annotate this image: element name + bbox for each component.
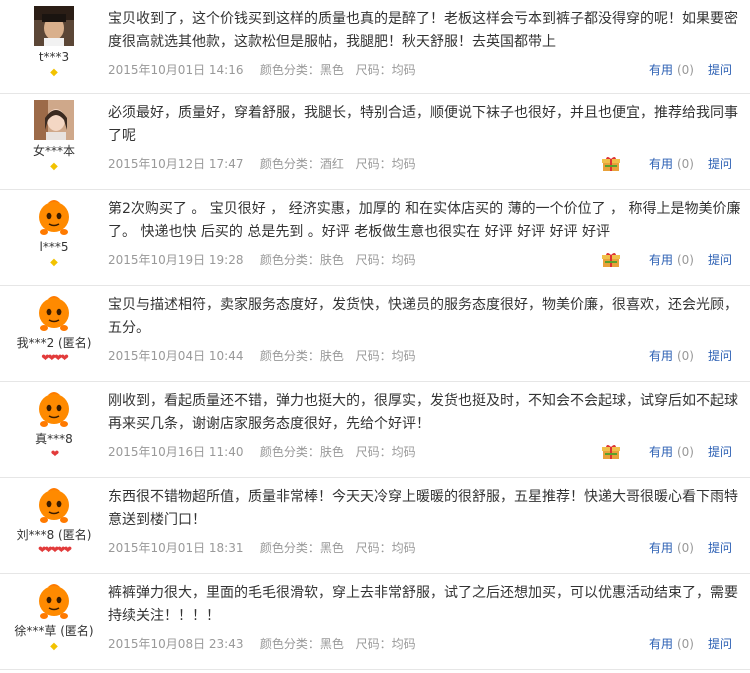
useful-button[interactable]: 有用 [649,63,673,77]
size-category: 尺码：均码 [355,445,416,459]
useful-count: (0) [676,349,694,363]
reviewer: 真***8 ❤ [0,388,108,461]
useful-count: (0) [676,637,694,651]
size-category: 尺码：均码 [355,157,416,171]
avatar-5[interactable] [34,388,74,428]
reviewer-name: 徐***草 (匿名) [14,624,94,638]
size-category: 尺码：均码 [355,541,416,555]
reviewer-name: 刘***8 (匿名) [16,528,92,542]
ask-question-link[interactable]: 提问 [708,445,732,459]
size-category: 尺码：均码 [355,63,416,77]
review-date: 2015年10月08日 23:43 [108,637,244,651]
reviewer-name: 真***8 [35,432,73,446]
review-date: 2015年10月01日 18:31 [108,541,244,555]
useful-count: (0) [676,63,694,77]
useful-button[interactable]: 有用 [649,637,673,651]
ask-question-link[interactable]: 提问 [708,637,732,651]
review-item: 刘***8 (匿名) ❤❤❤❤❤ 东西很不错物超所值，质量非常棒！今天天冷穿上暖… [0,478,750,574]
size-category: 尺码：均码 [355,349,416,363]
ask-question-link[interactable]: 提问 [708,349,732,363]
reviewer-rank-badge: ◆ [50,67,58,78]
useful-count: (0) [676,541,694,555]
avatar-6[interactable] [34,484,74,524]
useful-count: (0) [676,445,694,459]
review-text: 裤裤弹力很大，里面的毛毛很滑软，穿上去非常舒服，试了之后还想加买，可以优惠活动结… [108,585,738,624]
useful-button[interactable]: 有用 [649,541,673,555]
review-item: t***3 ◆ 宝贝收到了，这个价钱买到这样的质量也真的是醉了！老板这样会亏本到… [0,0,750,94]
review-text: 宝贝与描述相符，卖家服务态度好，发货快，快递员的服务态度很好，物美价廉，很喜欢，… [108,297,738,336]
avatar-3[interactable] [34,196,74,236]
reviewer: 我***2 (匿名) ❤❤❤❤ [0,292,108,365]
review-text: 东西很不错物超所值，质量非常棒！今天天冷穿上暖暖的很舒服，五星推荐！快递大哥很暖… [108,489,738,528]
review-item: 女***本 ◆ 必须最好，质量好，穿着舒服，我腿长，特别合适，顺便说下袜子也很好… [0,94,750,190]
ask-question-link[interactable]: 提问 [708,157,732,171]
useful-count: (0) [676,157,694,171]
review-date: 2015年10月16日 11:40 [108,445,244,459]
review-meta: 2015年10月04日 10:44 颜色分类：肤色 尺码：均码 有用 (0) 提问 [108,348,732,364]
useful-button[interactable]: 有用 [649,253,673,267]
reviewer-rank-badge: ◆ [50,161,58,172]
review-date: 2015年10月12日 17:47 [108,157,244,171]
avatar-1[interactable] [34,6,74,46]
review-list: t***3 ◆ 宝贝收到了，这个价钱买到这样的质量也真的是醉了！老板这样会亏本到… [0,0,750,670]
useful-button[interactable]: 有用 [649,157,673,171]
reviewer-rank-badge: ◆ [50,257,58,268]
review-meta: 2015年10月01日 14:16 颜色分类：黑色 尺码：均码 有用 (0) 提问 [108,62,732,78]
size-category: 尺码：均码 [355,253,416,267]
reviewer: 女***本 ◆ [0,100,108,173]
reviewer-rank-badge: ◆ [50,641,58,652]
review-item: 徐***草 (匿名) ◆ 裤裤弹力很大，里面的毛毛很滑软，穿上去非常舒服，试了之… [0,574,750,670]
reviewer-rank-badge: ❤❤❤❤❤ [38,545,72,556]
review-text: 必须最好，质量好，穿着舒服，我腿长，特别合适，顺便说下袜子也很好，并且也便宜，推… [108,105,738,144]
color-category: 颜色分类：黑色 [259,63,344,77]
avatar-4[interactable] [34,292,74,332]
gift-icon [602,444,620,460]
useful-button[interactable]: 有用 [649,349,673,363]
review-meta: 2015年10月01日 18:31 颜色分类：黑色 尺码：均码 有用 (0) 提问 [108,540,732,556]
avatar-2[interactable] [34,100,74,140]
avatar-7[interactable] [34,580,74,620]
color-category: 颜色分类：肤色 [259,445,344,459]
color-category: 颜色分类：黑色 [259,541,344,555]
reviewer-name: 女***本 [32,144,75,158]
reviewer-rank-badge: ❤❤❤❤ [41,353,68,364]
review-date: 2015年10月01日 14:16 [108,63,244,77]
reviewer: t***3 ◆ [0,6,108,79]
review-text: 宝贝收到了，这个价钱买到这样的质量也真的是醉了！老板这样会亏本到裤子都没得穿的呢… [108,11,738,50]
review-date: 2015年10月19日 19:28 [108,253,244,267]
review-meta: 2015年10月12日 17:47 颜色分类：酒红 尺码：均码 有用 (0) 提问 [108,156,732,172]
reviewer-name: 我***2 (匿名) [16,336,92,350]
color-category: 颜色分类：肤色 [259,253,344,267]
ask-question-link[interactable]: 提问 [708,63,732,77]
review-meta: 2015年10月19日 19:28 颜色分类：肤色 尺码：均码 有用 (0) 提问 [108,252,732,268]
review-item: 我***2 (匿名) ❤❤❤❤ 宝贝与描述相符，卖家服务态度好，发货快，快递员的… [0,286,750,382]
review-item: l***5 ◆ 第2次购买了 。 宝贝很好 ， 经济实惠，加厚的 和在实体店买的… [0,190,750,286]
reviewer-name: t***3 [38,50,70,64]
ask-question-link[interactable]: 提问 [708,541,732,555]
review-meta: 2015年10月08日 23:43 颜色分类：黑色 尺码：均码 有用 (0) 提问 [108,636,732,652]
reviewer: l***5 ◆ [0,196,108,269]
review-text: 刚收到，看起质量还不错，弹力也挺大的，很厚实，发货也挺及时，不知会不会起球，试穿… [108,393,738,432]
color-category: 颜色分类：肤色 [259,349,344,363]
useful-button[interactable]: 有用 [649,445,673,459]
gift-icon [602,156,620,172]
reviewer-rank-badge: ❤ [50,449,60,460]
color-category: 颜色分类：酒红 [259,157,344,171]
size-category: 尺码：均码 [355,637,416,651]
reviewer: 刘***8 (匿名) ❤❤❤❤❤ [0,484,108,557]
review-meta: 2015年10月16日 11:40 颜色分类：肤色 尺码：均码 有用 (0) 提问 [108,444,732,460]
ask-question-link[interactable]: 提问 [708,253,732,267]
review-item: 真***8 ❤ 刚收到，看起质量还不错，弹力也挺大的，很厚实，发货也挺及时，不知… [0,382,750,478]
gift-icon [602,252,620,268]
useful-count: (0) [676,253,694,267]
review-date: 2015年10月04日 10:44 [108,349,244,363]
reviewer: 徐***草 (匿名) ◆ [0,580,108,653]
reviewer-name: l***5 [39,240,69,254]
review-text: 第2次购买了 。 宝贝很好 ， 经济实惠，加厚的 和在实体店买的 薄的一个价位了… [108,201,741,240]
color-category: 颜色分类：黑色 [259,637,344,651]
